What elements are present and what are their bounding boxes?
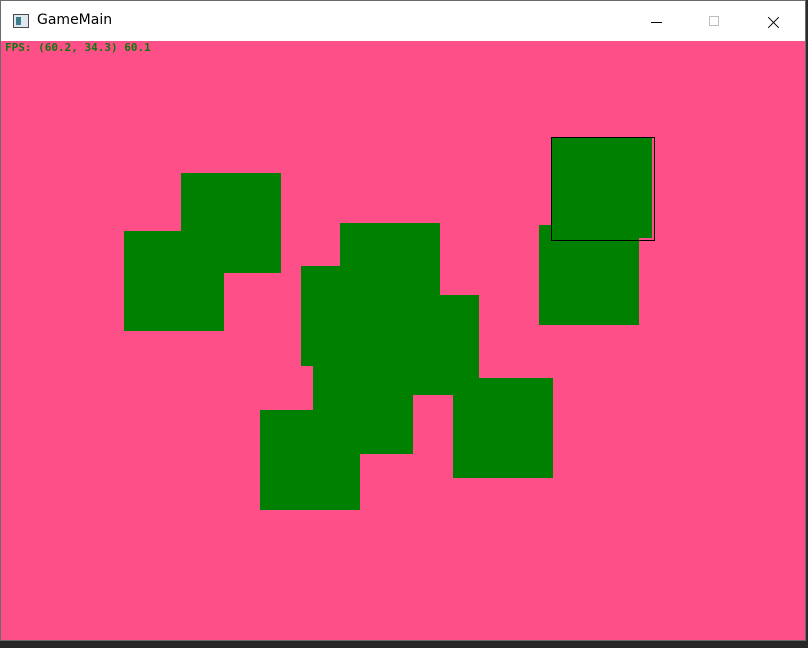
fps-counter: FPS: (60.2, 34.3) 60.1 [5,41,151,54]
selection-outline [551,137,655,241]
close-button[interactable] [749,1,795,41]
minimize-button[interactable] [633,1,679,41]
game-block[interactable] [453,378,553,478]
window-app-icon [13,14,29,28]
maximize-button[interactable] [691,1,737,41]
title-bar[interactable]: GameMain [1,1,805,41]
game-block[interactable] [260,410,360,510]
game-canvas[interactable]: FPS: (60.2, 34.3) 60.1 [1,41,805,640]
game-window: GameMain FPS: (60.2, 34.3) 60.1 [0,0,806,641]
background-taskbar-strip [0,641,808,648]
window-title: GameMain [37,12,113,28]
game-block[interactable] [124,231,224,331]
